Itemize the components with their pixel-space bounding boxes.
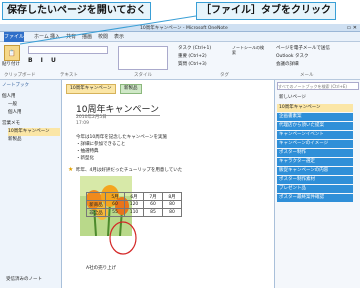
page-item[interactable]: キャラクター選定 <box>277 158 353 166</box>
sales-table-wrap: 5月 6月 7月 8月 新商品 60 120 60 80 非全品 55 110 … <box>62 80 274 288</box>
page-item[interactable]: キャンペーンイベント <box>277 131 353 139</box>
table-cell[interactable]: 60 <box>143 200 163 209</box>
table-cell[interactable]: 60 <box>105 200 125 209</box>
group-outlook: メール <box>300 73 314 78</box>
paste-label: 貼り付け <box>2 62 20 67</box>
meeting-details-button[interactable]: 会議の詳細 <box>276 61 299 67</box>
group-clipboard: クリップボード <box>4 73 36 78</box>
page-item[interactable]: ポスター制作素材 <box>277 176 353 184</box>
search-box[interactable]: すべてのノートブックを検索 (Ctrl+E) <box>277 82 359 90</box>
highlight-circle <box>109 221 137 255</box>
page-item[interactable]: ポスター最終案件確認 <box>277 194 353 202</box>
new-page-button[interactable]: 新しいページ <box>279 94 306 100</box>
page-item[interactable]: プレゼント品 <box>277 185 353 193</box>
table-cell[interactable]: 55 <box>105 208 125 217</box>
notebook-personal[interactable]: 個人用 <box>2 93 16 101</box>
format-buttons[interactable]: B I U <box>28 57 59 64</box>
notebook-sales-memo[interactable]: 営業メモ <box>2 120 20 128</box>
table-row: 非全品 55 110 85 80 <box>86 208 182 217</box>
group-style: スタイル <box>134 73 152 78</box>
table-cell[interactable]: 80 <box>162 200 182 209</box>
table-cell[interactable]: 120 <box>124 200 144 209</box>
page-item[interactable]: 企画書素案 <box>277 113 353 121</box>
table-cell[interactable]: 80 <box>162 208 182 217</box>
tag-important[interactable]: 重要 (Ctrl+2) <box>178 53 207 59</box>
group-tags: タグ <box>220 73 229 78</box>
group-text: テキスト <box>60 73 78 78</box>
page-item[interactable]: ポスター制作 <box>277 149 353 157</box>
table-cell[interactable]: 8月 <box>162 192 182 201</box>
page-item[interactable]: 10周年キャンペーン <box>277 104 353 112</box>
sales-table[interactable]: 5月 6月 7月 8月 新商品 60 120 60 80 非全品 55 110 … <box>86 192 182 217</box>
table-cell[interactable] <box>86 192 106 201</box>
tag-question[interactable]: 質問 (Ctrl+3) <box>178 61 207 67</box>
table-cell[interactable]: 新商品 <box>86 200 106 209</box>
section-general[interactable]: 一般 <box>8 101 17 109</box>
table-row: 5月 6月 7月 8月 <box>86 192 182 201</box>
section-personal[interactable]: 個人用 <box>8 109 22 117</box>
callout-click-file-tab: ［ファイル］タブをクリック <box>196 2 336 20</box>
page-item[interactable]: キャンペーンのイメージ <box>277 140 353 148</box>
table-cell[interactable]: 非全品 <box>86 208 106 217</box>
outlook-tasks-button[interactable]: Outlook タスク <box>276 53 308 59</box>
notebook-header: ノートブック <box>2 83 29 88</box>
page-list-pane: すべてのノートブックを検索 (Ctrl+E) 新しいページ 10周年キャンペーン… <box>274 80 360 288</box>
table-row: 新商品 60 120 60 80 <box>86 200 182 209</box>
section-10th-campaign[interactable]: 10周年キャンペーン <box>8 128 60 136</box>
table-cell[interactable]: 5月 <box>105 192 125 201</box>
table-cell[interactable]: 85 <box>143 208 163 217</box>
table-cell[interactable]: 110 <box>124 208 144 217</box>
unfiled-notes[interactable]: 受信済みのノート <box>6 276 42 284</box>
notebook-pane: ノートブック 個人用 一般 個人用 営業メモ 10周年キャンペーン 新製品 受信… <box>0 80 62 288</box>
callout-open-page: 保存したいページを開いておく <box>2 2 152 20</box>
page-item[interactable]: 販促キャンペーンの内容 <box>277 167 353 175</box>
table-cell[interactable]: 7月 <box>143 192 163 201</box>
page-item[interactable]: 代理店から頂いた提案 <box>277 122 353 130</box>
section-new-product[interactable]: 新製品 <box>8 136 22 144</box>
table-cell[interactable]: 6月 <box>124 192 144 201</box>
